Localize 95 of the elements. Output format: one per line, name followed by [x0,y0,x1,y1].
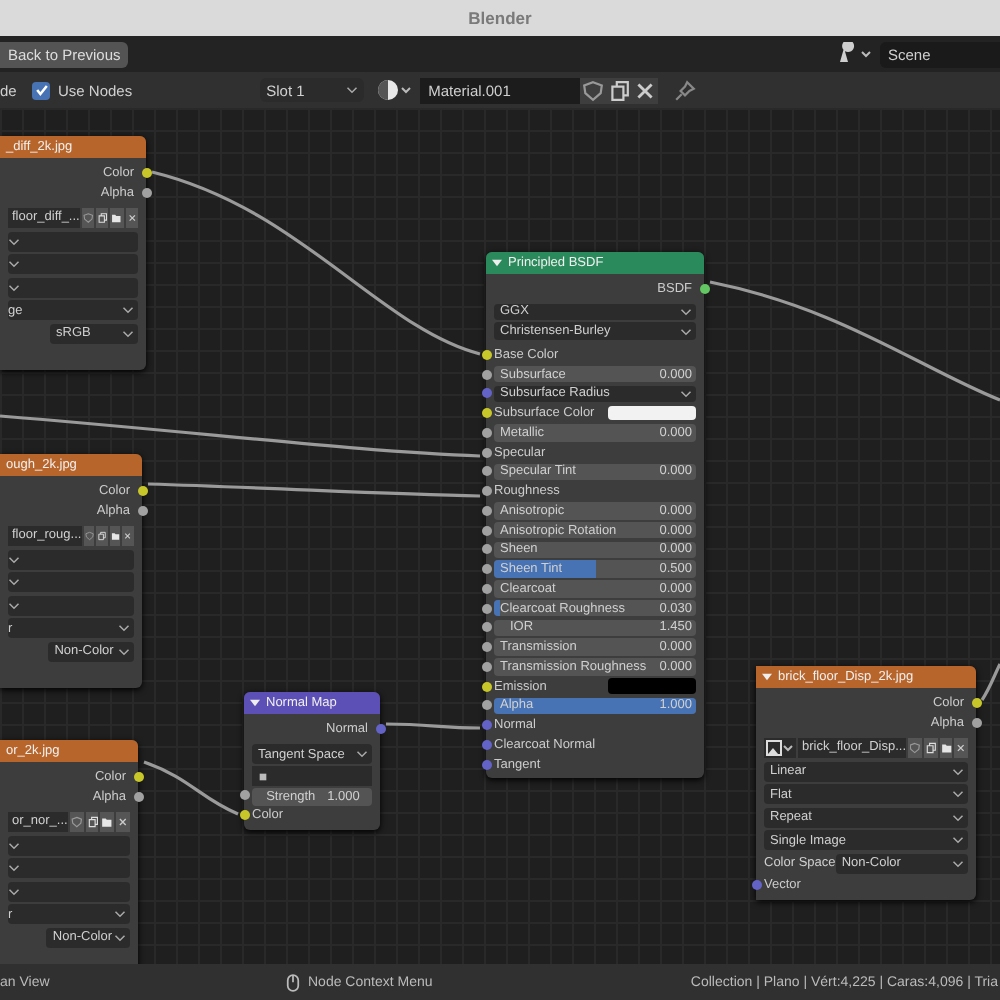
color-swatch[interactable] [608,678,696,694]
socket-dot[interactable] [481,427,491,438]
pin-icon[interactable] [674,79,697,101]
close-icon[interactable] [125,207,138,227]
caret-icon [8,864,20,872]
copy-icon[interactable] [96,207,109,227]
color-swatch[interactable] [608,405,696,421]
shield-icon[interactable] [83,525,95,545]
caret-icon [114,933,126,941]
node-link [980,663,1000,701]
caret-icon [114,910,126,918]
socket-dot[interactable] [481,642,491,653]
caret-icon [118,647,130,655]
socket-dot[interactable] [481,681,491,692]
mouse-icon [286,973,300,991]
caret-icon [8,601,20,609]
socket-dot[interactable] [375,723,385,733]
caret-icon [952,859,964,867]
socket-dot[interactable] [481,603,491,614]
close-icon[interactable] [954,737,968,757]
socket-dot[interactable] [481,369,491,380]
caret-icon [8,578,20,586]
socket-dot[interactable] [481,388,491,399]
shield-icon[interactable] [69,811,84,831]
socket-dot[interactable] [971,717,981,727]
socket-dot[interactable] [971,697,981,707]
shield-icon[interactable] [580,77,607,103]
material-sphere-icon[interactable] [376,78,417,102]
node-link [143,760,239,816]
collapse-arrow-icon[interactable] [762,672,772,682]
image-type-dropdown[interactable] [764,737,796,757]
caret-icon [952,767,964,775]
caret-icon [952,836,964,844]
caret-icon [118,624,130,632]
close-icon[interactable] [632,77,659,103]
copy-icon[interactable] [606,77,633,103]
caret-icon [8,260,20,268]
socket-dot[interactable] [481,720,491,731]
socket-dot[interactable] [133,771,143,781]
socket-dot[interactable] [239,810,249,821]
socket-dot[interactable] [481,505,491,516]
principled-bsdf-node[interactable] [486,252,704,778]
copy-icon[interactable] [85,811,99,831]
caret-icon [8,237,20,245]
socket-dot[interactable] [481,349,491,360]
socket-dot[interactable] [699,283,709,293]
caret-icon [346,86,359,94]
use-nodes-checkbox[interactable] [32,81,50,99]
folder-icon[interactable] [939,737,953,757]
caret-icon [952,813,964,821]
socket-dot[interactable] [137,505,147,515]
close-icon[interactable] [122,525,134,545]
socket-dot[interactable] [481,486,491,497]
close-icon[interactable] [116,811,131,831]
socket-dot[interactable] [133,791,143,801]
folder-icon[interactable] [110,207,124,227]
socket-dot[interactable] [239,790,249,801]
socket-dot[interactable] [481,447,491,458]
socket-dot[interactable] [481,622,491,633]
collapse-arrow-icon[interactable] [250,698,260,708]
socket-dot[interactable] [137,485,147,495]
folder-icon[interactable] [100,811,115,831]
copy-icon[interactable] [923,737,937,757]
socket-dot[interactable] [481,544,491,555]
caret-icon [8,283,20,291]
socket-dot[interactable] [481,739,491,750]
socket-dot[interactable] [481,700,491,711]
node-link [386,722,480,730]
shield-icon[interactable] [908,737,922,757]
scene-icon[interactable] [836,42,876,66]
caret-icon [356,750,368,758]
socket-dot[interactable] [481,759,491,770]
caret-icon [8,841,20,849]
caret-icon [122,329,134,337]
folder-icon[interactable] [109,525,121,545]
socket-dot[interactable] [141,167,151,177]
socket-dot[interactable] [751,879,761,889]
socket-dot[interactable] [481,408,491,419]
socket-dot[interactable] [481,583,491,594]
caret-icon [8,555,20,563]
uv-map-field[interactable] [252,766,372,786]
socket-dot[interactable] [481,525,491,536]
caret-icon [8,887,20,895]
caret-icon [952,790,964,798]
socket-dot[interactable] [141,187,151,197]
uv-icon [258,771,268,781]
socket-dot[interactable] [481,564,491,575]
socket-dot[interactable] [481,466,491,477]
copy-icon[interactable] [96,525,108,545]
window-title: Blender [468,8,532,28]
socket-dot[interactable] [481,661,491,672]
caret-icon [680,389,692,398]
shield-icon[interactable] [81,207,95,227]
collapse-arrow-icon[interactable] [492,258,502,268]
caret-icon [122,306,134,314]
